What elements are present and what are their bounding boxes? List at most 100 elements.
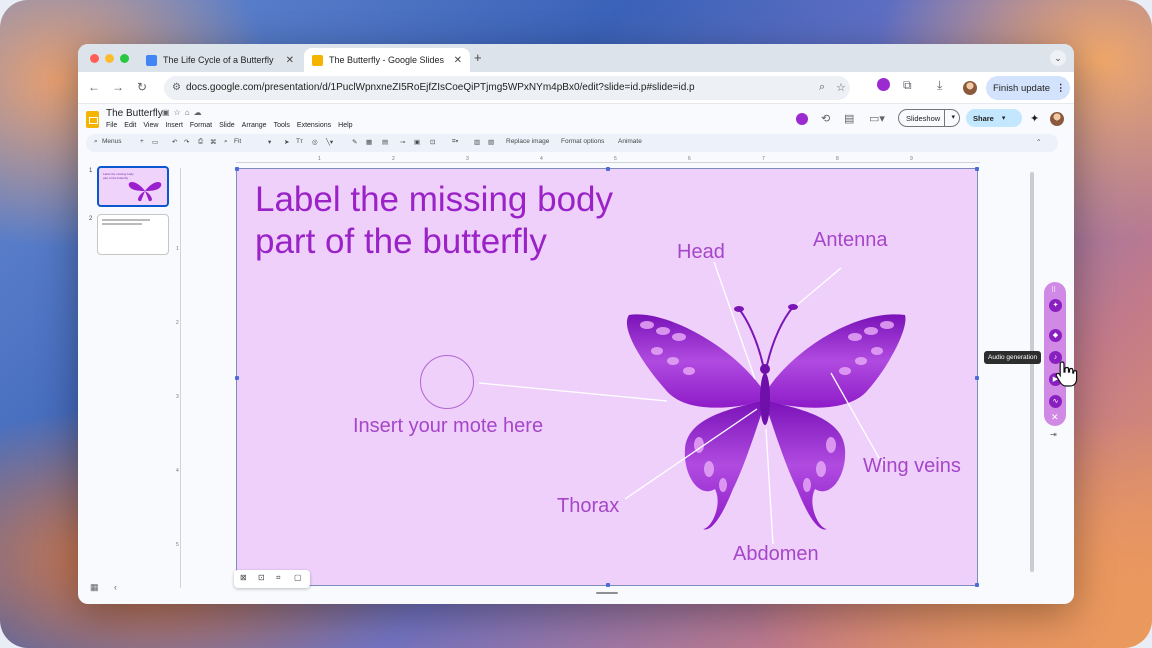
zoom-icon[interactable]: ⌕ <box>819 81 825 94</box>
image-options-icon[interactable]: ⊡ <box>430 138 435 146</box>
comment-add-icon[interactable]: ▣ <box>414 138 420 146</box>
expand-panel-icon[interactable]: ⇥ <box>1050 430 1057 439</box>
document-title[interactable]: The Butterfly <box>106 108 163 119</box>
selection-handle[interactable] <box>606 167 610 171</box>
extension-icon[interactable] <box>877 78 890 91</box>
replace-image-button[interactable]: Replace image <box>506 138 549 145</box>
image-edit-icon[interactable]: ⊠ <box>240 573 247 582</box>
pen-icon[interactable]: ✎ <box>352 138 357 146</box>
menu-view[interactable]: View <box>143 122 158 129</box>
tab-butterfly-slides[interactable]: The Butterfly - Google Slides ✕ <box>304 48 470 72</box>
reload-icon[interactable]: ↻ <box>137 80 147 94</box>
zoom-icon[interactable]: ⌕ <box>224 138 228 146</box>
tab-search-button[interactable]: ⌄ <box>1050 50 1066 66</box>
vertical-scrollbar[interactable] <box>1030 172 1034 572</box>
puzzle-extensions-icon[interactable]: ⧉ <box>903 78 912 93</box>
text-box-icon[interactable]: Tт <box>296 138 303 145</box>
crop-icon[interactable]: ⌗ <box>276 573 281 583</box>
menu-tools[interactable]: Tools <box>274 122 290 129</box>
minimize-window-button[interactable] <box>105 54 114 63</box>
gemini-icon[interactable]: ✦ <box>1030 112 1039 125</box>
menu-insert[interactable]: Insert <box>165 122 183 129</box>
close-tab-icon[interactable]: ✕ <box>286 55 294 66</box>
line-icon[interactable]: ╲▾ <box>326 138 333 146</box>
chevron-down-icon[interactable]: ▾ <box>1002 114 1006 122</box>
zoom-select[interactable]: Fit <box>234 138 241 145</box>
title-actions-icon[interactable]: ▣☆⌂☁ <box>162 108 206 117</box>
redo-icon[interactable]: ↷ <box>184 138 189 146</box>
download-icon[interactable]: ⤓ <box>937 78 942 93</box>
label-thorax[interactable]: Thorax <box>557 495 619 518</box>
menu-help[interactable]: Help <box>338 122 352 129</box>
meet-icon[interactable]: ▭▾ <box>869 112 885 125</box>
undo-icon[interactable]: ↶ <box>172 138 177 146</box>
selection-handle[interactable] <box>235 376 239 380</box>
sparkle-tool-icon[interactable]: ✦ <box>1049 299 1062 312</box>
crop-icon[interactable]: ⌗▾ <box>452 138 458 146</box>
new-slide-icon[interactable]: + <box>140 138 144 145</box>
label-insert-mote[interactable]: Insert your mote here <box>353 415 543 438</box>
bookmark-star-icon[interactable]: ☆ <box>836 81 846 94</box>
close-panel-icon[interactable]: ✕ <box>1051 412 1059 423</box>
table-icon[interactable]: ▦ <box>366 138 372 146</box>
label-abdomen[interactable]: Abdomen <box>733 543 819 566</box>
comments-icon[interactable]: ▤ <box>844 112 854 125</box>
label-antenna[interactable]: Antenna <box>813 229 888 252</box>
selection-handle[interactable] <box>606 583 610 587</box>
slide-canvas[interactable]: Label the missing body part of the butte… <box>235 167 979 587</box>
finish-update-button[interactable]: Finish update ⋮ <box>986 76 1070 100</box>
menu-format[interactable]: Format <box>190 122 212 129</box>
grid-view-icon[interactable]: ▦ <box>90 582 99 593</box>
forward-icon[interactable]: → <box>112 80 124 94</box>
collapse-toolbar-icon[interactable]: ⌃ <box>1036 138 1041 146</box>
new-tab-button[interactable]: + <box>474 50 482 65</box>
select-cursor-icon[interactable]: ➤ <box>284 138 289 146</box>
tab-life-cycle[interactable]: The Life Cycle of a Butterfly ✕ <box>138 48 302 72</box>
label-head[interactable]: Head <box>677 241 725 264</box>
chevron-down-icon[interactable]: ▾ <box>268 138 271 146</box>
menu-slide[interactable]: Slide <box>219 122 235 129</box>
selection-handle[interactable] <box>975 167 979 171</box>
grid-icon[interactable]: ▤ <box>382 138 388 146</box>
slide-thumbnail-1[interactable]: Label the missing body part of the butte… <box>97 166 169 207</box>
waveform-tool-icon[interactable]: ∿ <box>1049 395 1062 408</box>
search-menus-label[interactable]: Menus <box>102 138 122 145</box>
paint-format-icon[interactable]: ⌘ <box>210 138 217 146</box>
url-text[interactable]: docs.google.com/presentation/d/1PuclWpnx… <box>186 82 695 93</box>
menu-edit[interactable]: Edit <box>124 122 136 129</box>
menu-arrange[interactable]: Arrange <box>242 122 267 129</box>
menu-extensions[interactable]: Extensions <box>297 122 331 129</box>
addon-icon[interactable] <box>796 113 808 125</box>
account-avatar[interactable] <box>1050 112 1064 126</box>
print-icon[interactable]: ⎙ <box>198 138 203 146</box>
link-icon[interactable]: ⊸ <box>400 138 405 146</box>
placeholder-circle[interactable] <box>420 355 474 409</box>
slide-thumbnail-2[interactable] <box>97 214 169 255</box>
image-replace-icon[interactable]: ⊡ <box>258 573 265 582</box>
collapse-filmstrip-icon[interactable]: ‹ <box>114 582 117 592</box>
format-options-button[interactable]: Format options <box>561 138 604 145</box>
history-icon[interactable]: ⟲ <box>821 112 830 125</box>
layout-icon[interactable]: ▭ <box>152 138 158 146</box>
share-button[interactable]: Share ▾ <box>966 109 1022 127</box>
close-tab-icon[interactable]: ✕ <box>454 55 462 66</box>
selection-handle[interactable] <box>235 167 239 171</box>
close-window-button[interactable] <box>90 54 99 63</box>
site-info-icon[interactable]: ⚙ <box>172 82 181 93</box>
comment-icon[interactable]: ▢ <box>294 573 302 582</box>
back-icon[interactable]: ← <box>88 80 100 94</box>
addon-logo-icon[interactable]: ◆ <box>1049 329 1062 342</box>
label-wing-veins[interactable]: Wing veins <box>863 455 961 478</box>
search-menus-icon[interactable]: ⌕ <box>94 138 98 146</box>
omnibox[interactable]: ⚙ docs.google.com/presentation/d/1PuclWp… <box>164 76 850 100</box>
slideshow-button[interactable]: Slideshow ▾ <box>898 109 960 127</box>
shape-icon[interactable]: ◎ <box>312 138 318 146</box>
chevron-down-icon[interactable]: ▾ <box>951 113 955 121</box>
animate-button[interactable]: Animate <box>618 138 642 145</box>
drag-handle-icon[interactable]: ⠿ <box>1051 286 1056 294</box>
mask-icon[interactable]: ▥ <box>474 138 480 146</box>
slides-logo-icon[interactable] <box>86 111 99 128</box>
menu-file[interactable]: File <box>106 122 117 129</box>
selection-handle[interactable] <box>975 376 979 380</box>
selection-handle[interactable] <box>975 583 979 587</box>
